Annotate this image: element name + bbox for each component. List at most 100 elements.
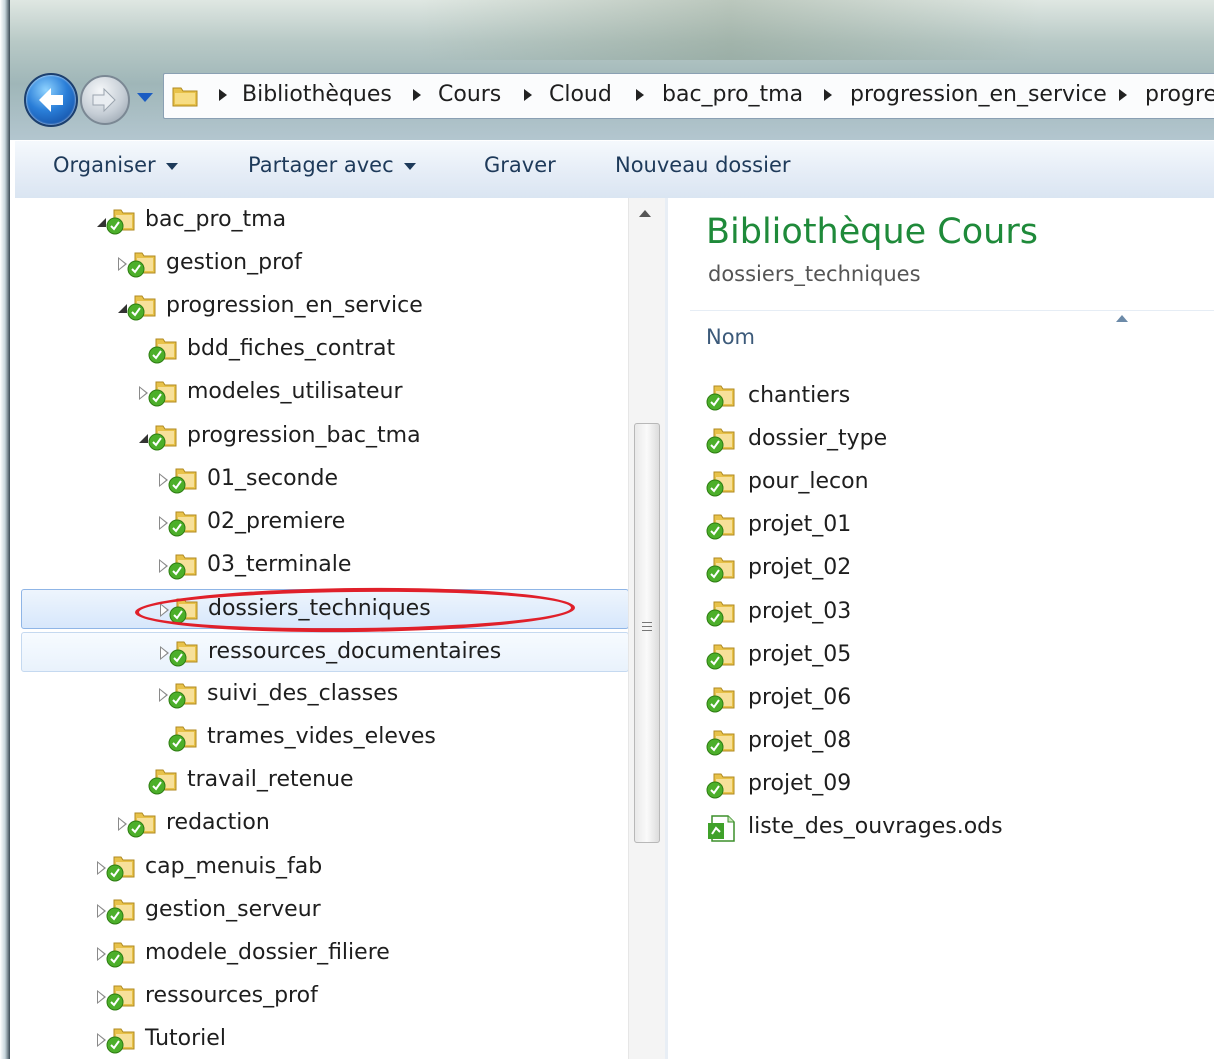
new-folder-button[interactable]: Nouveau dossier [615,153,791,177]
tree-item[interactable]: gestion_serveur [21,891,629,931]
collapsed-arrow-icon[interactable] [159,558,168,573]
collapsed-arrow-icon[interactable] [139,386,148,401]
tree-item[interactable]: 01_seconde [21,460,629,500]
expanded-arrow-icon[interactable] [118,304,127,314]
back-arrow-icon [39,88,63,112]
synced-folder-icon [106,899,135,925]
tree-item[interactable]: ressources_prof [21,977,629,1017]
tree-item[interactable]: travail_retenue [21,761,629,801]
share-with-button[interactable]: Partager avec [248,153,416,177]
tree-item[interactable]: progression_bac_tma [21,417,629,457]
tree-item[interactable]: modele_dossier_filiere [21,934,629,974]
folder-icon [172,87,198,107]
tree-item[interactable]: trames_vides_eleves [21,718,629,758]
file-list-item[interactable]: pour_lecon [706,463,1186,503]
tree-item-label: ressources_prof [145,982,318,1008]
scroll-up-arrow-icon[interactable] [639,210,651,217]
tree-item[interactable]: 02_premiere [21,503,629,543]
spreadsheet-file-icon [708,815,735,842]
forward-button[interactable] [80,75,130,125]
column-header-label: Nom [706,325,756,349]
collapsed-arrow-icon[interactable] [159,688,168,703]
chevron-down-icon [403,162,416,170]
tree-item-label: bdd_fiches_contrat [187,336,396,362]
tree-item[interactable]: bac_pro_tma [21,201,629,241]
collapsed-arrow-icon[interactable] [159,472,168,487]
file-list-item[interactable]: chantiers [706,377,1186,417]
content-pane: Bibliothèque Cours dossiers_techniques N… [668,198,1214,1059]
tree-item-label: travail_retenue [187,767,354,793]
forward-arrow-icon [92,87,116,113]
collapsed-arrow-icon[interactable] [118,817,127,832]
tree-item[interactable]: 03_terminale [21,546,629,586]
column-header-name[interactable]: Nom [690,310,1214,357]
expanded-arrow-icon[interactable] [139,433,148,443]
breadcrumb-separator-icon[interactable] [636,89,644,101]
synced-folder-icon [169,641,198,667]
collapsed-arrow-icon[interactable] [97,989,106,1004]
tree-item[interactable]: gestion_prof [21,244,629,284]
collapsed-arrow-icon[interactable] [97,1032,106,1047]
address-bar[interactable]: Bibliothèques Cours Cloud bac_pro_tma pr… [163,73,1214,119]
collapsed-arrow-icon[interactable] [97,860,106,875]
tree-item[interactable]: suivi_des_classes [21,675,629,715]
window-chrome [0,0,1214,140]
tree-item[interactable]: progression_en_service [21,287,629,327]
tree-item-label: bac_pro_tma [145,207,287,232]
synced-folder-icon [106,1028,135,1054]
synced-folder-icon [168,554,197,580]
collapsed-arrow-icon[interactable] [118,257,127,272]
breadcrumb-item[interactable]: Cloud [549,82,612,107]
burn-button[interactable]: Graver [484,153,556,177]
file-name: projet_09 [748,770,852,796]
back-button[interactable] [24,73,78,127]
file-list-item[interactable]: projet_01 [706,506,1186,546]
tree-item[interactable]: ressources_documentaires [21,632,629,672]
file-name: dossier_type [748,426,888,452]
breadcrumb-separator-icon[interactable] [524,89,532,101]
tree-item[interactable]: bdd_fiches_contrat [21,330,629,370]
tree-item[interactable]: Tutoriel [21,1020,629,1060]
breadcrumb-separator-icon[interactable] [824,89,832,101]
tree-item-label: progression_en_service [166,293,423,319]
synced-folder-icon [168,683,197,709]
organize-button[interactable]: Organiser [53,153,178,177]
collapsed-arrow-icon[interactable] [97,903,106,918]
history-dropdown-icon[interactable] [134,88,156,106]
scrollbar-thumb[interactable] [634,423,660,843]
file-list-item[interactable]: projet_06 [706,679,1186,719]
tree-item[interactable]: redaction [21,804,629,844]
file-list-item[interactable]: projet_08 [706,722,1186,762]
tree-item-label: 02_premiere [207,508,346,534]
tree-item-label: trames_vides_eleves [207,724,436,750]
synced-folder-icon [706,730,735,756]
file-list-item[interactable]: projet_03 [706,593,1186,633]
breadcrumb-separator-icon[interactable] [413,89,421,101]
collapsed-arrow-icon[interactable] [97,946,106,961]
new-folder-label: Nouveau dossier [615,153,791,177]
expanded-arrow-icon[interactable] [97,218,106,227]
synced-folder-icon [168,468,197,494]
breadcrumb-item[interactable]: progression_en_service [850,82,1107,107]
synced-folder-icon [148,338,177,364]
tree-item[interactable]: cap_menuis_fab [21,848,629,888]
file-list-item[interactable]: dossier_type [706,420,1186,460]
breadcrumb-separator-icon[interactable] [219,89,227,101]
breadcrumb-item[interactable]: bac_pro_tma [662,82,803,107]
collapsed-arrow-icon[interactable] [159,515,168,530]
breadcrumb-item[interactable]: Cours [438,82,501,107]
navigation-scrollbar[interactable] [628,198,665,1059]
synced-folder-icon [148,381,177,407]
file-list-item[interactable]: projet_09 [706,765,1186,805]
file-list-item[interactable]: liste_des_ouvrages.ods [706,808,1186,848]
tree-item-label: 03_terminale [207,551,352,577]
synced-folder-icon [706,687,735,713]
tree-item[interactable]: modeles_utilisateur [21,373,629,413]
collapsed-arrow-icon[interactable] [160,646,169,660]
breadcrumb-item[interactable]: progre [1145,82,1214,107]
synced-folder-icon [148,425,177,450]
file-list-item[interactable]: projet_05 [706,636,1186,676]
file-list-item[interactable]: projet_02 [706,549,1186,589]
breadcrumb-separator-icon[interactable] [1119,89,1127,101]
breadcrumb-item[interactable]: Bibliothèques [242,82,392,107]
